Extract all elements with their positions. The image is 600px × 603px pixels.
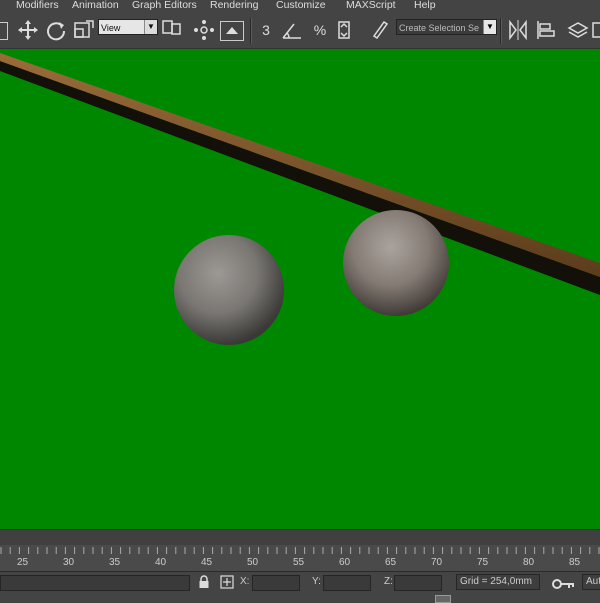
tick-label: 70 [431,557,443,568]
track-bar-ticks [0,547,600,554]
viewport-scene [0,53,600,345]
chevron-down-icon: ▼ [483,20,496,34]
select-and-manipulate-icon[interactable] [192,18,216,42]
z-coordinate-field[interactable] [394,575,442,591]
grid-size-readout: Grid = 254,0mm [456,574,540,590]
chevron-down-icon: ▼ [144,20,157,34]
rotate-icon[interactable] [44,18,68,42]
tick-label: 80 [523,557,535,568]
tick-label: 30 [63,557,75,568]
x-label: X: [240,576,250,587]
spinner-snap-icon[interactable] [334,18,358,42]
toolbar-divider [500,18,502,44]
z-label: Z: [384,576,393,587]
perspective-viewport[interactable] [0,49,600,529]
named-selection-sets-combo[interactable]: Create Selection Se ▼ [396,19,497,35]
tick-label: 60 [339,557,351,568]
billiard-ball-right[interactable] [343,210,449,316]
tick-label: 75 [477,557,489,568]
select-object-icon[interactable] [0,22,8,40]
tick-label: 45 [201,557,213,568]
time-slider[interactable] [0,529,600,546]
menu-item-modifiers[interactable]: Modifiers [16,0,59,11]
billiard-ball-left[interactable] [174,235,284,345]
menu-bar: Modifiers Animation Graph Editors Render… [0,0,600,12]
tick-label: 25 [17,557,29,568]
percent-snap-icon[interactable]: % [308,18,332,42]
absolute-mode-transform-icon[interactable] [220,575,234,589]
toolbar-divider [250,18,252,44]
lock-icon[interactable] [198,575,210,589]
toolbar-overflow-icon[interactable] [592,18,600,42]
auto-key-button[interactable]: Aut [582,574,600,590]
angle-snap-icon[interactable] [280,18,304,42]
named-selection-sets-value: Create Selection Se [399,23,480,33]
status-prompt-field [0,575,190,591]
percent-label: % [313,22,327,38]
reference-coordinate-value: View [101,23,121,33]
pivot-center-icon[interactable] [160,18,184,42]
scale-icon[interactable] [72,18,96,42]
tick-label: 35 [109,557,121,568]
tick-label: 50 [247,557,259,568]
y-coordinate-field[interactable] [323,575,371,591]
key-icon[interactable] [552,577,576,589]
tick-label: 85 [569,557,581,568]
menu-item-graph-editors[interactable]: Graph Editors [132,0,197,11]
menu-item-maxscript[interactable]: MAXScript [346,0,396,11]
snaps-label: 3 [262,22,270,38]
menu-item-help[interactable]: Help [414,0,436,11]
edit-named-selection-icon[interactable] [368,18,392,42]
cue-stick-shadow [0,61,600,295]
status-bar: X: Y: Z: Grid = 254,0mm Aut [0,571,600,603]
tick-label: 65 [385,557,397,568]
track-bar[interactable]: 25 30 35 40 45 50 55 60 65 70 75 80 85 [0,545,600,571]
main-toolbar: View ▼ 3 % Create Selection Se ▼ [0,12,600,49]
menu-item-customize[interactable]: Customize [276,0,326,11]
mirror-icon[interactable] [506,18,530,42]
align-icon[interactable] [534,18,558,42]
y-label: Y: [312,576,321,587]
menu-item-rendering[interactable]: Rendering [210,0,258,11]
tick-label: 40 [155,557,167,568]
reference-coordinate-combo[interactable]: View ▼ [98,19,158,35]
layer-manager-icon[interactable] [566,18,590,42]
keyboard-shortcut-override-icon[interactable] [220,21,244,41]
cue-stick [0,53,600,277]
move-icon[interactable] [16,18,40,42]
menu-item-animation[interactable]: Animation [72,0,119,11]
tick-label: 55 [293,557,305,568]
x-coordinate-field[interactable] [252,575,300,591]
snaps-toggle-icon[interactable]: 3 [254,18,278,42]
status-bar-small-button[interactable] [435,595,451,603]
